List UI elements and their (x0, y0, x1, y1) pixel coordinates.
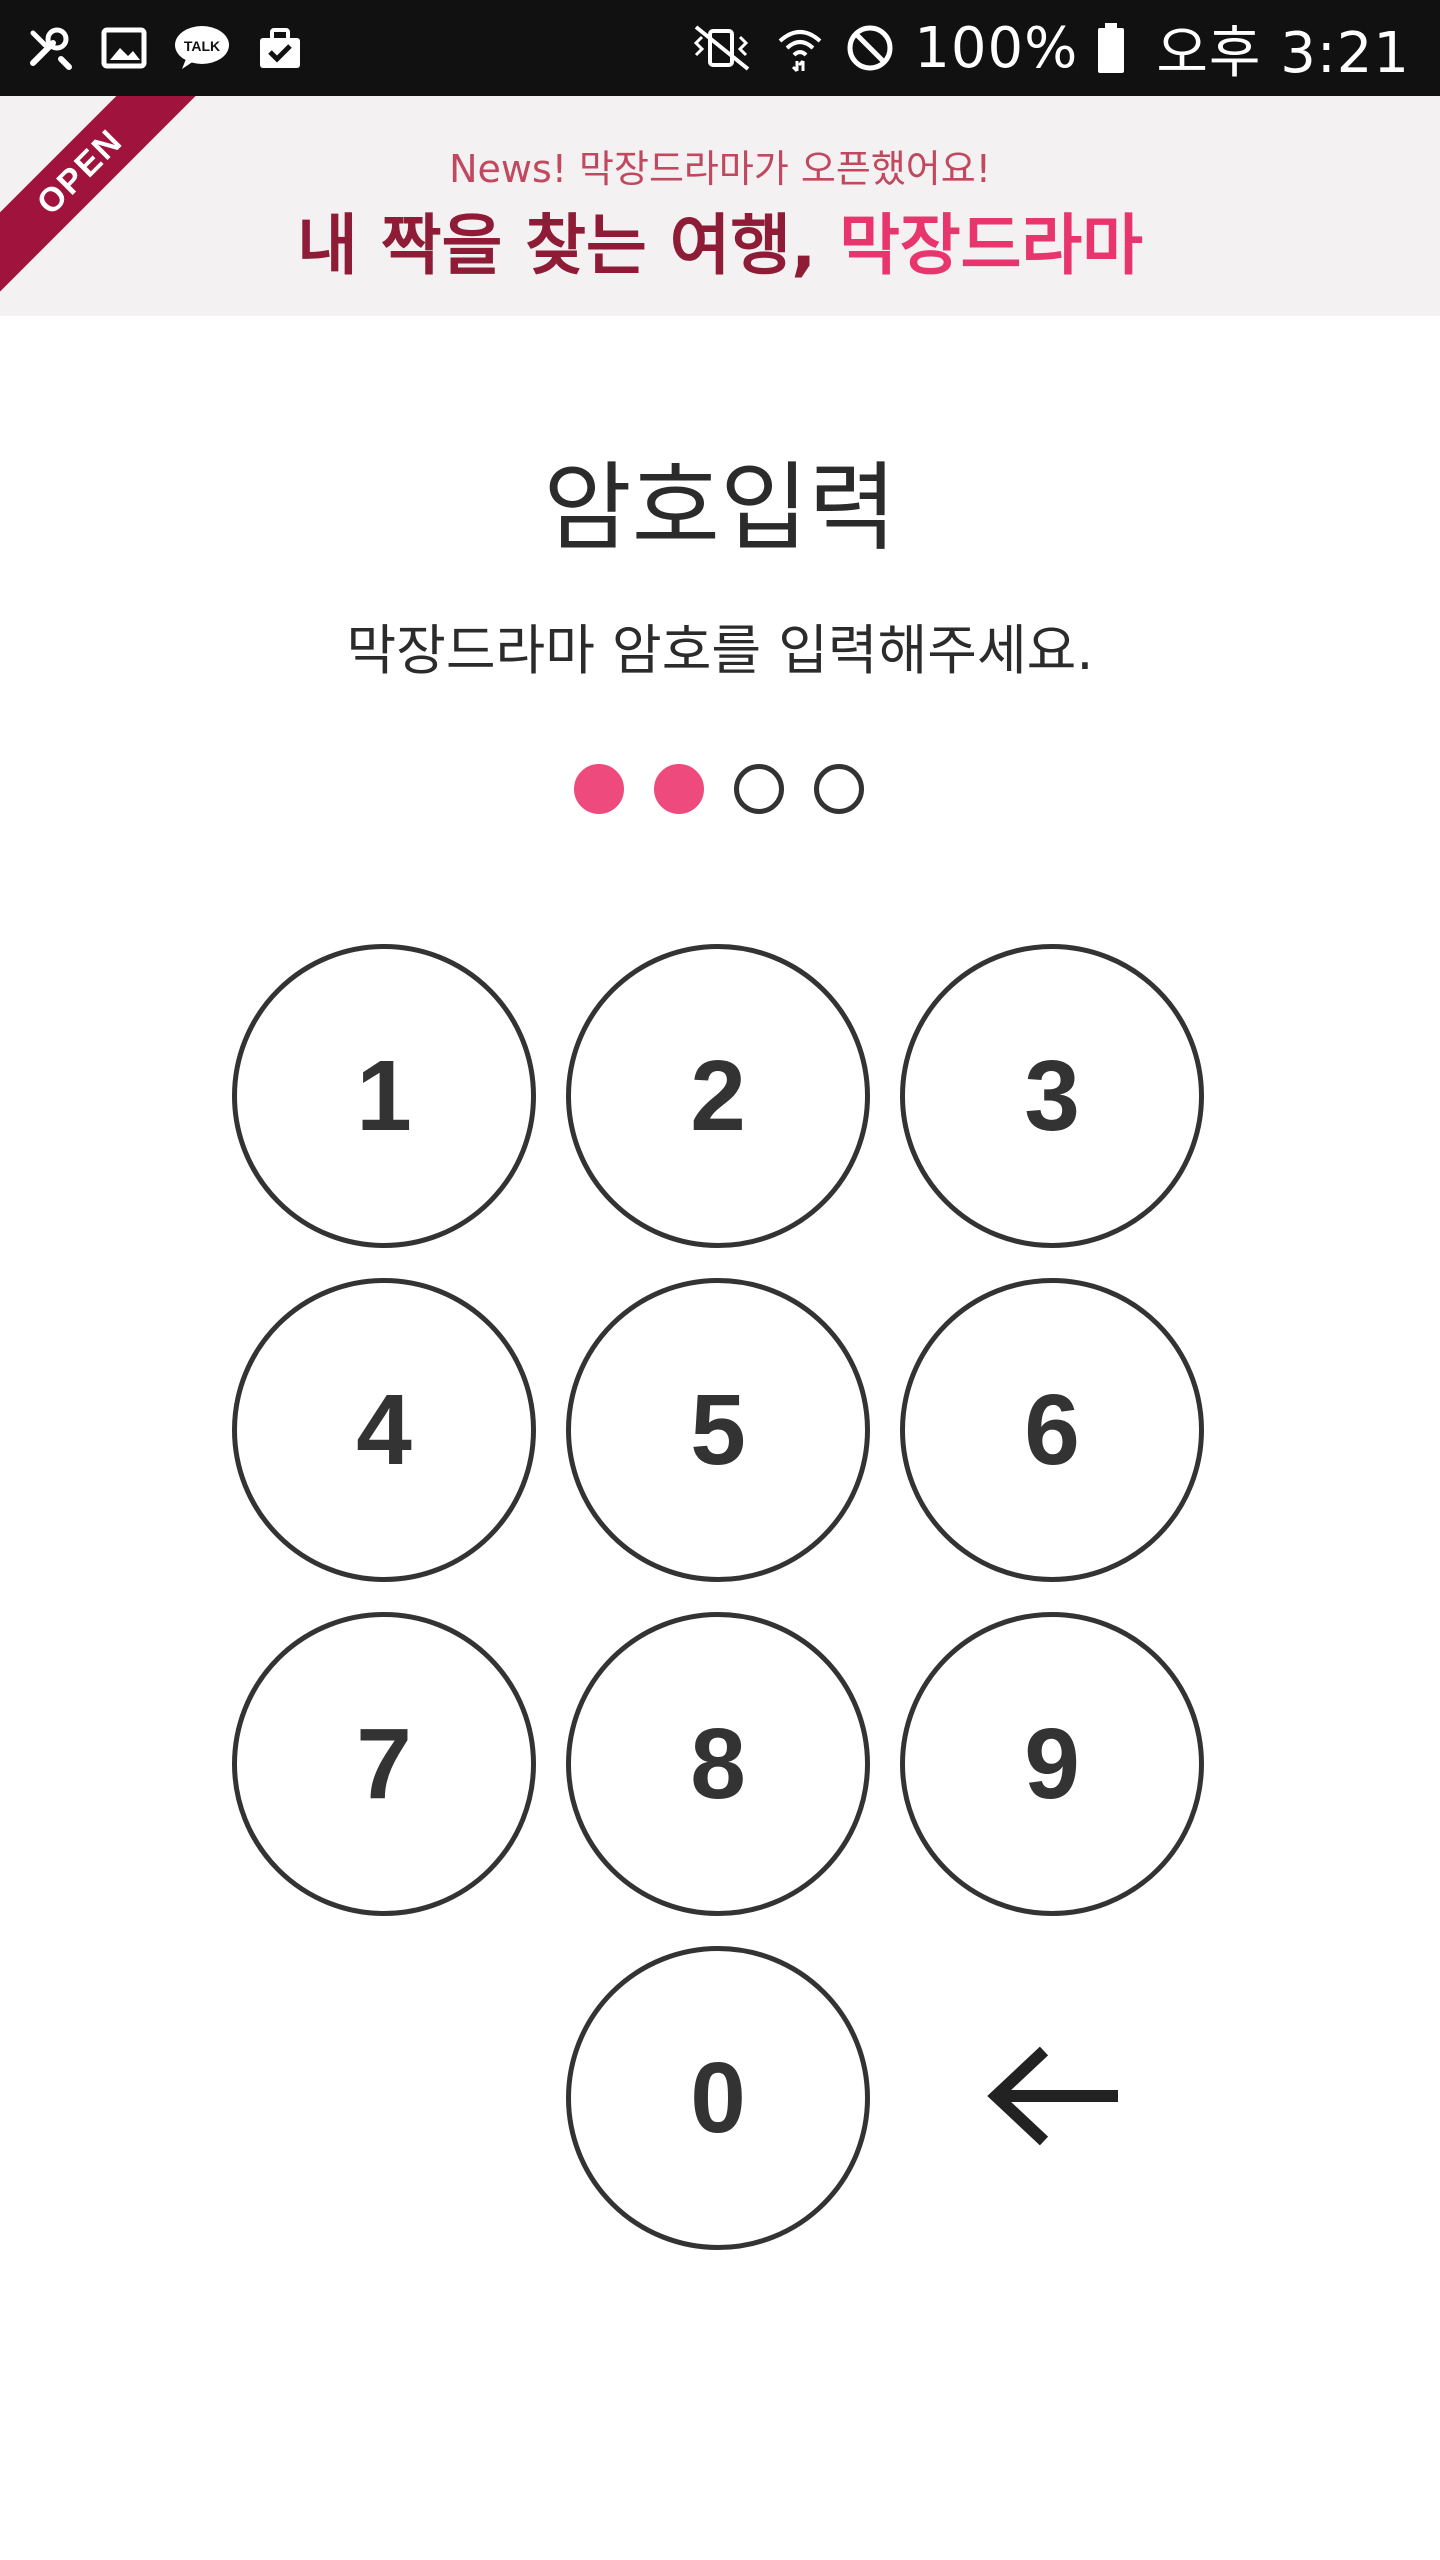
pin-dot-filled (654, 764, 704, 814)
battery-percent: 100% (914, 15, 1079, 81)
status-bar: TALK 100% 오후 3:21 (0, 0, 1440, 96)
tools-icon (24, 22, 76, 74)
banner-title-accent: 막장드라마 (839, 207, 1143, 284)
page-subtitle: 막장드라마 암호를 입력해주세요. (346, 619, 1094, 682)
kakaotalk-icon: TALK (172, 22, 232, 74)
pin-dot-empty (814, 764, 864, 814)
backspace-button[interactable] (900, 1946, 1204, 2250)
briefcase-icon (254, 22, 306, 74)
passcode-screen: TALK 100% 오후 3:21 OPEN News! 막장드라마가 오픈했어… (0, 0, 1440, 2560)
key-3[interactable]: 3 (900, 944, 1204, 1248)
key-5[interactable]: 5 (566, 1278, 870, 1582)
arrow-left-icon (982, 2041, 1122, 2155)
notification-icons: TALK (24, 0, 306, 96)
key-2[interactable]: 2 (566, 944, 870, 1248)
key-9[interactable]: 9 (900, 1612, 1204, 1916)
vibrate-mute-icon (686, 22, 756, 74)
gallery-icon (98, 22, 150, 74)
promo-banner[interactable]: OPEN News! 막장드라마가 오픈했어요! 내 짝을 찾는 여행, 막장드… (0, 96, 1440, 316)
number-keypad: 1 2 3 4 5 6 7 8 9 0 (232, 944, 1212, 2254)
clock: 오후 3:21 (1156, 20, 1410, 86)
page-title: 암호입력 (543, 452, 897, 564)
key-7[interactable]: 7 (232, 1612, 536, 1916)
banner-title-main: 내 짝을 찾는 여행, (297, 207, 817, 284)
pin-indicator (574, 764, 864, 814)
key-1[interactable]: 1 (232, 944, 536, 1248)
kakaotalk-label: TALK (184, 38, 220, 54)
key-8[interactable]: 8 (566, 1612, 870, 1916)
battery-icon (1096, 22, 1126, 74)
banner-title: 내 짝을 찾는 여행, 막장드라마 (0, 192, 1440, 288)
key-0[interactable]: 0 (566, 1946, 870, 2250)
key-6[interactable]: 6 (900, 1278, 1204, 1582)
pin-dot-empty (734, 764, 784, 814)
do-not-disturb-icon (844, 22, 896, 74)
key-4[interactable]: 4 (232, 1278, 536, 1582)
wifi-icon (774, 22, 826, 74)
system-indicators: 100% 오후 3:21 (686, 0, 1410, 96)
banner-news-text: News! 막장드라마가 오픈했어요! (449, 147, 991, 191)
pin-dot-filled (574, 764, 624, 814)
